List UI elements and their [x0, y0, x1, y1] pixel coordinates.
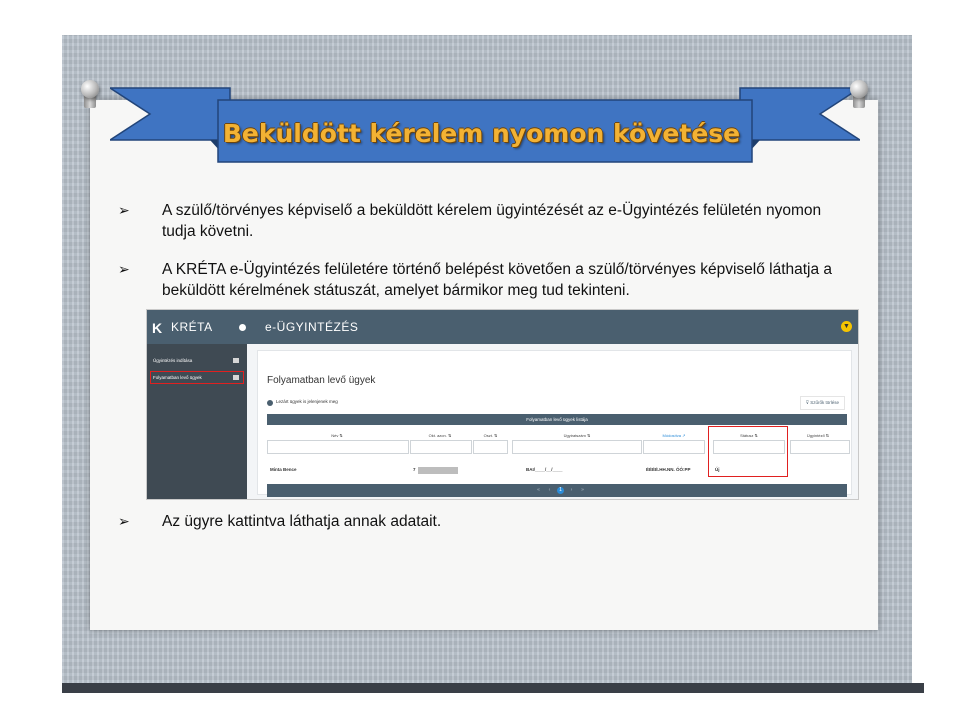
column-header-ugyiratszam[interactable]: Ügyiratszám ⇅: [512, 433, 642, 438]
kreta-logo-text: KRÉTA: [171, 320, 213, 334]
slide-bottom-bar: [62, 683, 924, 693]
column-header-okt-azon[interactable]: Okt. azon. ⇅: [410, 433, 470, 438]
filter-input-nev[interactable]: [267, 440, 409, 454]
bullet-text: A szülő/törvényes képviselő a beküldött …: [162, 202, 822, 240]
column-header-nev[interactable]: Név ⇅: [267, 433, 407, 438]
cell-okt-azon: 7: [413, 467, 416, 472]
sidebar: Ügyintézés indítása Folyamatban levő ügy…: [147, 344, 247, 499]
content-card: Folyamatban levő ügyek Lezárt ügyek is j…: [257, 350, 852, 497]
cell-ugyiratszam: BAI/____/__/____: [526, 467, 563, 472]
pager-prev-button[interactable]: ‹: [546, 487, 553, 494]
bullet-3: ➢ Az ügyre kattintva láthatja annak adat…: [118, 511, 858, 532]
cell-statusz: Új: [715, 467, 720, 472]
pin-right-icon: [850, 80, 868, 98]
status-highlight-box: [708, 426, 788, 477]
column-header-modositva[interactable]: Módosítva ↗: [643, 433, 705, 438]
bullet-2: ➢ A KRÉTA e-Ügyintézés felületére történ…: [118, 259, 858, 301]
bullet-1: ➢ A szülő/törvényes képviselő a beküldöt…: [118, 200, 858, 242]
cell-modositva: ÉÉÉÉ.HH.NN. ÓÓ:PP: [646, 467, 691, 472]
page-title: Folyamatban levő ügyek: [267, 375, 376, 386]
sidebar-highlight-box: [150, 371, 244, 384]
pin-left-icon: [81, 80, 99, 98]
cell-nev[interactable]: Minta Bence: [270, 467, 297, 472]
filter-input-ugyiratszam[interactable]: [512, 440, 642, 454]
bullet-text: Az ügyre kattintva láthatja annak adatai…: [162, 513, 442, 530]
column-header-oszt[interactable]: Oszt. ⇅: [473, 433, 508, 438]
kreta-app-screenshot: K KRÉTA e-ÜGYINTÉZÉS ▼ Ügyintézés indítá…: [146, 309, 859, 500]
pager-first-button[interactable]: «: [535, 487, 542, 494]
pager-last-button[interactable]: »: [579, 487, 586, 494]
sidebar-item-start[interactable]: Ügyintézés indítása: [153, 358, 243, 363]
filter-input-modositva[interactable]: [643, 440, 705, 454]
filter-input-okt-azon[interactable]: [410, 440, 472, 454]
app-header: K KRÉTA e-ÜGYINTÉZÉS ▼: [147, 310, 858, 344]
pagination-bar: « ‹ 1 › »: [267, 484, 847, 497]
bullet-text: A KRÉTA e-Ügyintézés felületére történő …: [162, 261, 833, 299]
bullet-arrow-icon: ➢: [118, 261, 130, 277]
redacted-id-block: [418, 467, 458, 474]
show-closed-label: Lezárt ügyek is jelenjenek meg: [276, 399, 338, 404]
kreta-logo-icon: K: [152, 320, 163, 336]
clear-filters-button[interactable]: ⊽ Szűrők törlése: [799, 396, 845, 410]
clear-filters-label: Szűrők törlése: [810, 400, 839, 405]
bullet-arrow-icon: ➢: [118, 202, 130, 218]
slide-title: Beküldött kérelem nyomon követése: [222, 118, 741, 148]
show-closed-checkbox[interactable]: [267, 400, 273, 406]
header-title: e-ÜGYINTÉZÉS: [265, 320, 359, 334]
bullet-arrow-icon: ➢: [118, 513, 130, 529]
chevron-down-circle-icon[interactable]: ▼: [841, 321, 852, 332]
main-content: Folyamatban levő ügyek Lezárt ügyek is j…: [247, 344, 858, 499]
filter-input-ugyintezo[interactable]: [790, 440, 850, 454]
sidebar-item-label: Ügyintézés indítása: [153, 358, 193, 363]
status-dot-icon: [239, 324, 246, 331]
filter-input-oszt[interactable]: [473, 440, 508, 454]
column-header-ugyintezo[interactable]: Ügyintéző ⇅: [788, 433, 848, 438]
pager-current-page[interactable]: 1: [557, 487, 564, 494]
pager-next-button[interactable]: ›: [568, 487, 575, 494]
table-title: Folyamatban levő ügyek listája: [267, 414, 847, 425]
edit-icon: [233, 358, 239, 363]
